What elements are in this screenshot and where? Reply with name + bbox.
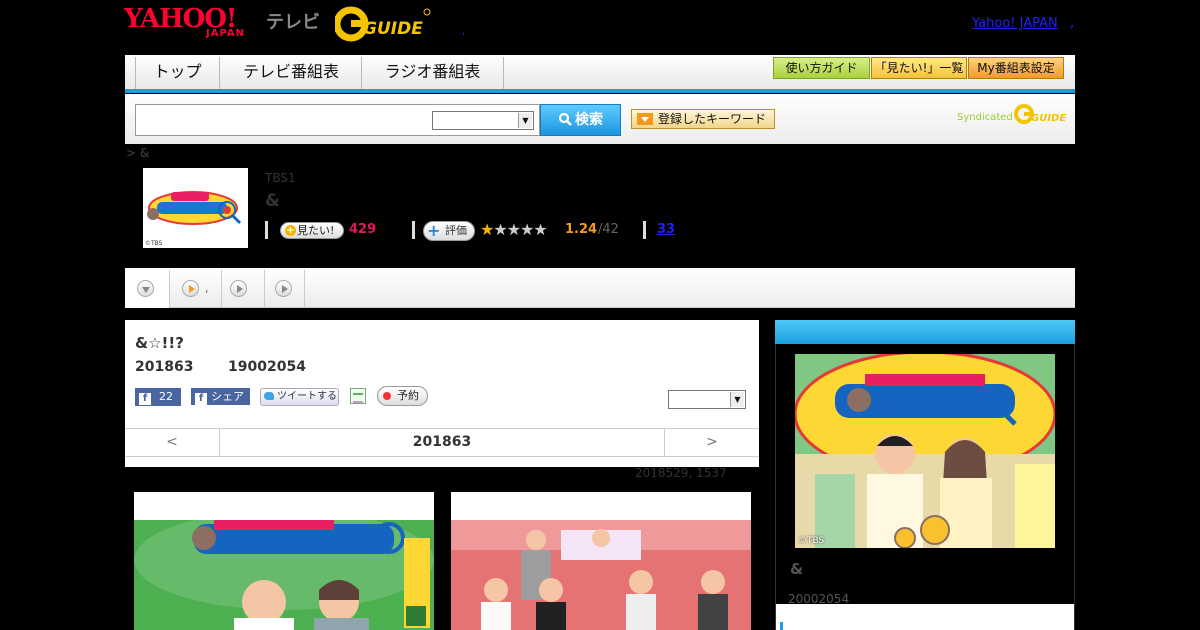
gguide-small-logo-text: GUIDE (1031, 113, 1066, 124)
global-nav: トップ テレビ番組表 ラジオ番組表 使い方ガイド 「見たい!」一覧 My番組表設… (125, 55, 1075, 93)
search-button[interactable]: 検索 (540, 104, 621, 136)
divider (643, 221, 646, 239)
tweet-button[interactable]: ツイートする (260, 388, 339, 406)
pager-prev-button[interactable]: < (125, 429, 220, 457)
chevron-down-icon (137, 280, 154, 297)
facebook-like-count: 22 (159, 390, 173, 403)
breadcrumb[interactable]: > & (126, 146, 149, 160)
facebook-share-label: シェア (211, 390, 244, 403)
chevron-down-icon: ▼ (730, 392, 744, 407)
twitter-icon (264, 392, 274, 400)
sidebar-section (776, 604, 1074, 630)
want-to-watch-label: 見たい! (297, 224, 335, 237)
sidebar-photo-image (795, 354, 1055, 548)
gguide-small-logo: GUIDE (1014, 104, 1066, 124)
want-to-watch-button[interactable]: + 見たい! (280, 222, 344, 239)
tab-separator: , (205, 282, 209, 295)
facebook-like-button[interactable]: f 22 (135, 388, 181, 406)
header-separator: , (462, 26, 466, 37)
want-count: 429 (349, 222, 377, 237)
pager-next-button[interactable]: > (664, 429, 759, 457)
record-icon (383, 392, 391, 400)
star-empty-icon: ★ (493, 220, 507, 239)
rating-count: /42 (598, 222, 619, 237)
yahoo-japan-logo-text: JAPAN (206, 28, 245, 39)
star-empty-icon: ★ (520, 220, 534, 239)
thumbnail-copyright: ©TBS (145, 240, 163, 247)
content-tabs: , (125, 268, 1075, 308)
star-empty-icon: ★ (533, 220, 547, 239)
search-bar: ▼ 検索 登録したキーワード Syndicated GUIDE (125, 94, 1075, 144)
episode-select[interactable]: ▼ (668, 390, 746, 409)
tab-3[interactable] (222, 270, 265, 308)
rate-button-label: 評価 (445, 224, 467, 237)
yahoo-japan-link[interactable]: Yahoo! JAPAN (972, 16, 1058, 31)
updated-timestamp: 2018529, 1537 (635, 466, 727, 480)
nav-tab-radio-schedule[interactable]: ラジオ番組表 (362, 57, 504, 89)
sidebar-photo[interactable]: ©TBS (795, 354, 1055, 548)
episode-photo[interactable] (451, 492, 751, 630)
rating-value: 1.24 (565, 222, 598, 237)
episode-photo-image (451, 520, 751, 630)
episode-photo[interactable] (134, 492, 434, 630)
pager-current-date: 201863 (412, 434, 472, 450)
program-title: & (265, 191, 280, 211)
registered-keywords-label: 登録したキーワード (658, 112, 767, 126)
star-filled-icon: ★ (480, 220, 494, 239)
nav-tab-top[interactable]: トップ (135, 57, 220, 89)
header-link-separator: , (1070, 16, 1075, 31)
plus-icon: + (427, 221, 441, 240)
my-schedule-settings-button[interactable]: My番組表設定 (968, 57, 1064, 79)
rate-button[interactable]: + 評価 (423, 221, 475, 241)
plus-icon: + (285, 225, 296, 236)
date-pager: < 201863 > (125, 428, 759, 457)
syndicated-label: Syndicated (957, 112, 1013, 123)
episode-title: &☆!!? (135, 334, 184, 352)
facebook-icon: f (139, 393, 151, 405)
sidebar-photo-copyright: ©TBS (798, 536, 825, 546)
play-icon (182, 280, 199, 297)
tab-2[interactable] (170, 270, 222, 308)
reserve-button[interactable]: 予約 (377, 386, 428, 406)
page: YAHOO! JAPAN テレビ GUIDE , Yahoo! JAPAN , … (0, 0, 1200, 630)
play-icon (275, 280, 292, 297)
nav-tab-tv-schedule[interactable]: テレビ番組表 (221, 57, 362, 89)
reviews-link[interactable]: 33 (657, 222, 675, 237)
registered-keywords-button[interactable]: 登録したキーワード (631, 109, 775, 129)
tab-1[interactable] (125, 270, 170, 308)
dropdown-arrow-icon (637, 113, 653, 125)
episode-article: &☆!!? 201863 19002054 f 22 f シェア ツイートする 予約… (125, 320, 759, 467)
sidebar-header (775, 320, 1075, 344)
facebook-share-button[interactable]: f シェア (191, 388, 250, 405)
divider (265, 221, 268, 239)
want-list-button[interactable]: 「見たい!」一覧 (871, 57, 967, 79)
sidebar-title: & (790, 560, 804, 578)
reserve-label: 予約 (397, 389, 419, 402)
episode-photo-image (134, 520, 434, 630)
episode-date: 201863 (135, 359, 194, 375)
play-icon (230, 280, 247, 297)
star-empty-icon: ★ (506, 220, 521, 239)
search-category-select[interactable]: ▼ (432, 111, 534, 130)
tab-4[interactable] (265, 270, 305, 308)
station-name: TBS1 (265, 171, 296, 185)
tweet-label: ツイートする (277, 391, 337, 402)
tv-logo-text[interactable]: テレビ (266, 8, 320, 34)
program-thumbnail[interactable]: ©TBS (143, 168, 248, 248)
gguide-logo-text: GUIDE (363, 19, 423, 39)
calendar-add-icon[interactable] (350, 388, 366, 404)
divider (412, 221, 415, 239)
chevron-down-icon: ▼ (518, 113, 532, 128)
rating-stars: ★★★★★ (480, 220, 548, 239)
usage-guide-button[interactable]: 使い方ガイド (773, 57, 870, 79)
search-icon (558, 112, 572, 126)
search-button-label: 検索 (575, 112, 603, 128)
episode-id: 19002054 (228, 359, 306, 375)
show-logo-image (143, 168, 248, 248)
section-marker (780, 622, 783, 630)
gguide-logo[interactable]: GUIDE (335, 6, 431, 42)
facebook-icon: f (195, 393, 207, 405)
